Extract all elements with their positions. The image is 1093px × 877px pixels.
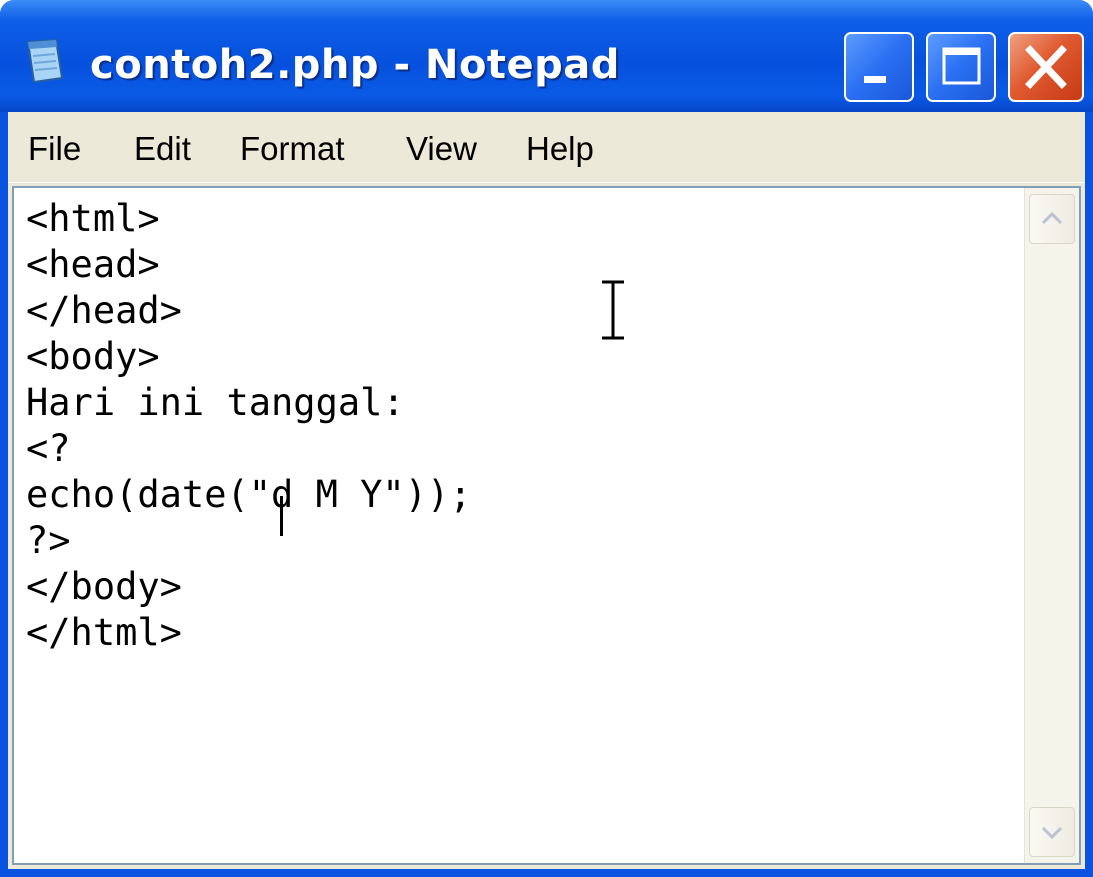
close-button[interactable] [1008,32,1084,102]
title-bar[interactable]: contoh2.php - Notepad [0,0,1093,112]
scroll-up-button[interactable] [1029,194,1075,244]
maximize-button[interactable] [926,32,996,102]
text-editor-area[interactable]: <html> <head> </head> <body> Hari ini ta… [12,186,1081,865]
i-beam-cursor-icon [602,280,624,340]
menu-edit[interactable]: Edit [134,130,191,168]
notepad-icon[interactable] [22,38,66,84]
menu-bar: File Edit Format View Help [8,112,1085,183]
text-caret [280,496,283,536]
client-area: File Edit Format View Help <html> <head>… [8,112,1085,869]
window-title: contoh2.php - Notepad [90,42,620,88]
menu-format[interactable]: Format [240,130,345,168]
scroll-up-arrow-icon [1041,211,1063,225]
scroll-down-arrow-icon [1041,826,1063,840]
menu-help[interactable]: Help [526,130,594,168]
menu-file[interactable]: File [28,130,81,168]
menu-view[interactable]: View [406,130,477,168]
minimize-icon [864,76,886,83]
maximize-icon [942,47,981,85]
scroll-down-button[interactable] [1029,807,1075,857]
notepad-window: contoh2.php - Notepad File Edit Format V… [0,0,1093,877]
close-icon [1025,45,1067,89]
editor-text[interactable]: <html> <head> </head> <body> Hari ini ta… [26,196,472,656]
vertical-scrollbar[interactable] [1024,188,1079,863]
minimize-button[interactable] [844,32,914,102]
